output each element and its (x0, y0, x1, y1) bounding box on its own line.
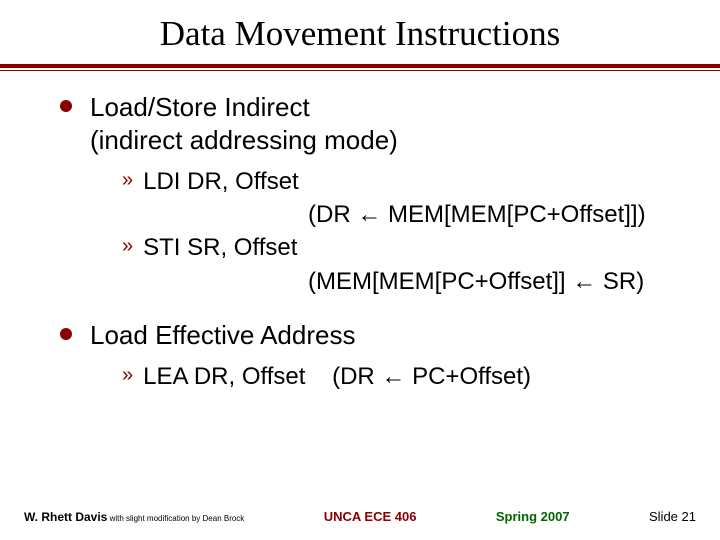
footer-author-mod: with slight modification by Dean Brock (107, 514, 244, 523)
bullet-text: Load/Store Indirect (indirect addressing… (90, 91, 398, 156)
slide-footer: W. Rhett Davis with slight modification … (0, 509, 720, 524)
bullet-icon (60, 100, 72, 112)
footer-course: UNCA ECE 406 (324, 509, 417, 524)
chevron-icon: » (122, 235, 133, 258)
sub-bullet-label: LEA DR, Offset (DR ← PC+Offset) (143, 361, 531, 392)
sub-bullet: » LDI DR, Offset (122, 166, 680, 197)
title-rule-thin (0, 70, 720, 71)
title-rule-thick (0, 64, 720, 68)
sub-bullet: » LEA DR, Offset (DR ← PC+Offset) (122, 361, 680, 392)
sub-bullet-group: » LDI DR, Offset (DR ← MEM[MEM[PC+Offset… (60, 166, 680, 297)
footer-author-name: W. Rhett Davis (24, 510, 107, 524)
slide-body: Load/Store Indirect (indirect addressing… (40, 91, 680, 392)
slide-title: Data Movement Instructions (40, 14, 680, 54)
sub-bullet-detail-inline: (DR ← PC+Offset) (332, 363, 531, 390)
bullet-level1: Load Effective Address (60, 319, 680, 352)
sub-bullet: » STI SR, Offset (122, 232, 680, 263)
sub-bullet-label: LDI DR, Offset (143, 166, 299, 197)
bullet-level1: Load/Store Indirect (indirect addressing… (60, 91, 680, 156)
sub-bullet-label-text: LEA DR, Offset (143, 363, 305, 390)
footer-slide-number: Slide 21 (649, 509, 696, 524)
chevron-icon: » (122, 169, 133, 192)
sub-bullet-detail: (MEM[MEM[PC+Offset]] ← SR) (122, 266, 680, 297)
slide: Data Movement Instructions Load/Store In… (0, 0, 720, 540)
footer-term: Spring 2007 (496, 509, 570, 524)
sub-bullet-label: STI SR, Offset (143, 232, 297, 263)
sub-bullet-group: » LEA DR, Offset (DR ← PC+Offset) (60, 361, 680, 392)
bullet-icon (60, 328, 72, 340)
chevron-icon: » (122, 364, 133, 387)
bullet-text: Load Effective Address (90, 319, 355, 352)
sub-bullet-detail: (DR ← MEM[MEM[PC+Offset]]) (122, 199, 680, 230)
footer-author: W. Rhett Davis with slight modification … (24, 510, 244, 524)
